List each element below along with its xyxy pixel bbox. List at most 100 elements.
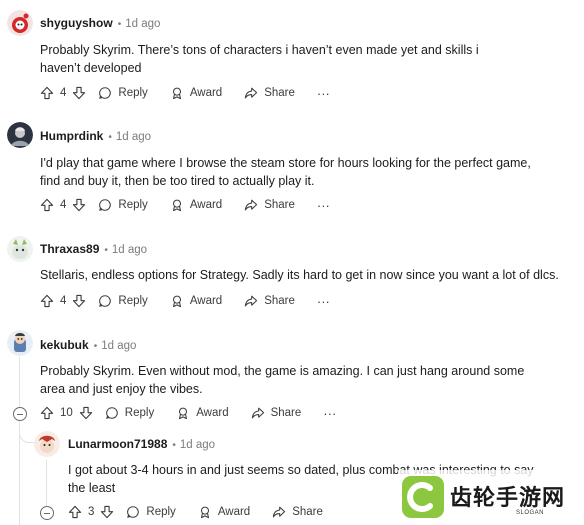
collapse-thread-button[interactable] xyxy=(13,407,27,421)
thread-line xyxy=(46,460,47,506)
reply-label: Reply xyxy=(118,199,148,211)
downvote-icon[interactable] xyxy=(72,198,86,212)
comment-body: I'd play that game where I browse the st… xyxy=(40,156,531,188)
action-bar: 4 Reply Award Share ··· xyxy=(40,292,330,310)
upvote-icon[interactable] xyxy=(40,406,54,420)
share-label: Share xyxy=(292,506,323,518)
watermark-text: 齿轮手游网 xyxy=(450,485,566,510)
reply-button[interactable]: Reply xyxy=(98,294,148,308)
vote-count: 3 xyxy=(88,506,95,518)
award-button[interactable]: Award xyxy=(170,198,222,212)
award-icon xyxy=(198,505,212,519)
vote-count: 4 xyxy=(60,199,67,211)
reply-label: Reply xyxy=(118,295,148,307)
award-button[interactable]: Award xyxy=(170,294,222,308)
more-options-button[interactable]: ··· xyxy=(317,294,330,309)
reply-label: Reply xyxy=(146,506,176,518)
separator-dot: • xyxy=(108,132,112,143)
award-label: Award xyxy=(189,199,223,211)
separator-dot: • xyxy=(172,440,176,451)
award-button[interactable]: Award xyxy=(176,406,229,420)
timestamp[interactable]: 1d ago xyxy=(125,18,160,30)
collapse-thread-button[interactable] xyxy=(40,506,54,520)
reply-button[interactable]: Reply xyxy=(105,406,154,420)
share-icon xyxy=(244,86,258,100)
timestamp[interactable]: 1d ago xyxy=(180,439,215,451)
share-button[interactable]: Share xyxy=(244,294,295,308)
vote-count: 10 xyxy=(60,407,73,419)
downvote-icon[interactable] xyxy=(79,406,93,420)
separator-dot: • xyxy=(93,341,98,352)
share-icon xyxy=(244,198,258,212)
share-icon xyxy=(244,294,258,308)
share-label: Share xyxy=(270,407,302,419)
share-button[interactable]: Share xyxy=(251,406,302,420)
more-options-button[interactable]: ··· xyxy=(323,406,336,421)
award-label: Award xyxy=(189,295,223,307)
thread-line xyxy=(19,357,20,407)
reply-icon xyxy=(98,86,112,100)
author-name[interactable]: Thraxas89 xyxy=(40,242,99,256)
vote-count: 4 xyxy=(60,295,67,307)
share-label: Share xyxy=(264,199,295,211)
share-icon xyxy=(251,406,265,420)
separator-dot: • xyxy=(117,19,122,30)
upvote-icon[interactable] xyxy=(40,294,54,308)
award-label: Award xyxy=(196,407,229,419)
action-bar: 4 Reply Award Share ··· xyxy=(40,84,330,102)
reply-button[interactable]: Reply xyxy=(126,505,176,519)
share-button[interactable]: Share xyxy=(272,505,323,519)
comment-body: Probably Skyrim. There’s tons of charact… xyxy=(40,43,479,75)
watermark-slogan: SLOGAN xyxy=(516,510,545,516)
action-bar: 3 Reply Award Share xyxy=(68,503,323,521)
reply-label: Reply xyxy=(124,407,155,419)
timestamp[interactable]: 1d ago xyxy=(101,340,136,352)
avatar[interactable] xyxy=(7,10,33,36)
award-button[interactable]: Award xyxy=(198,505,250,519)
award-label: Award xyxy=(189,87,223,99)
author-name[interactable]: kekubuk xyxy=(40,338,89,352)
award-icon xyxy=(170,294,184,308)
reply-icon xyxy=(126,505,140,519)
downvote-icon[interactable] xyxy=(72,86,86,100)
reply-label: Reply xyxy=(118,87,148,99)
upvote-icon[interactable] xyxy=(68,505,82,519)
action-bar: 10 Reply Award Share ··· xyxy=(40,404,336,422)
author-name[interactable]: Humprdink xyxy=(40,129,103,143)
watermark: 齿轮手游网 SLOGAN xyxy=(398,470,584,525)
upvote-icon[interactable] xyxy=(40,86,54,100)
award-icon xyxy=(170,86,184,100)
more-options-button[interactable]: ··· xyxy=(317,86,330,101)
share-button[interactable]: Share xyxy=(244,198,295,212)
more-options-button[interactable]: ··· xyxy=(317,198,330,213)
action-bar: 4 Reply Award Share ··· xyxy=(40,196,330,214)
avatar[interactable] xyxy=(7,236,33,262)
share-label: Share xyxy=(264,87,295,99)
award-icon xyxy=(170,198,184,212)
downvote-icon[interactable] xyxy=(72,294,86,308)
avatar[interactable] xyxy=(7,122,33,148)
award-button[interactable]: Award xyxy=(170,86,222,100)
comment-body: Stellaris, endless options for Strategy.… xyxy=(40,268,559,282)
author-name[interactable]: shyguyshow xyxy=(40,16,113,30)
comment-body: Probably Skyrim. Even without mod, the g… xyxy=(40,364,525,396)
award-label: Award xyxy=(217,506,251,518)
timestamp[interactable]: 1d ago xyxy=(112,244,147,256)
reply-button[interactable]: Reply xyxy=(98,86,148,100)
award-icon xyxy=(176,406,190,420)
separator-dot: • xyxy=(104,245,108,256)
avatar[interactable] xyxy=(34,431,60,457)
reply-icon xyxy=(105,406,119,420)
upvote-icon[interactable] xyxy=(40,198,54,212)
timestamp[interactable]: 1d ago xyxy=(116,131,151,143)
watermark-logo-icon xyxy=(402,476,444,518)
share-button[interactable]: Share xyxy=(244,86,295,100)
avatar[interactable] xyxy=(7,330,33,356)
share-label: Share xyxy=(264,295,295,307)
reply-icon xyxy=(98,294,112,308)
downvote-icon[interactable] xyxy=(100,505,114,519)
reply-icon xyxy=(98,198,112,212)
author-name[interactable]: Lunarmoon71988 xyxy=(68,437,167,451)
share-icon xyxy=(272,505,286,519)
reply-button[interactable]: Reply xyxy=(98,198,148,212)
